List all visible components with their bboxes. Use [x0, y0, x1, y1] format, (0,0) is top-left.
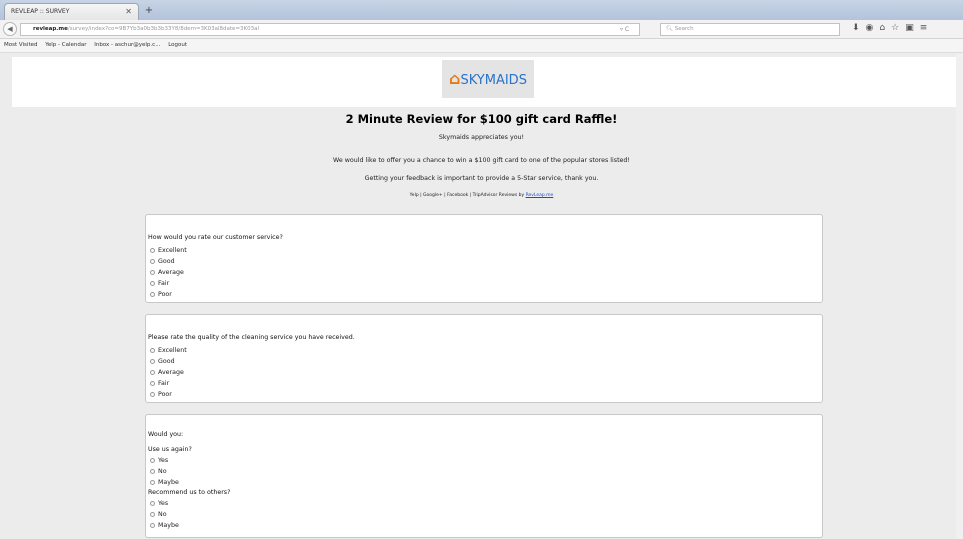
question-text: How would you rate our customer service?: [148, 234, 283, 241]
radio-button[interactable]: [150, 468, 155, 474]
url-host: revleap.me: [33, 26, 68, 32]
intro-line-1: Skymaids appreciates you!: [438, 134, 525, 141]
option-average[interactable]: Average: [150, 269, 184, 276]
radio-button[interactable]: [150, 369, 155, 375]
option-no[interactable]: No: [150, 511, 167, 518]
option-poor[interactable]: Poor: [150, 291, 172, 298]
url-bar[interactable]: revleap.me/survey/index?co=9B7Yb3a0b3b3b…: [20, 23, 640, 36]
toolbar-icons: ⬇◉⌂☆▣≡: [852, 23, 933, 33]
download-icon[interactable]: ⬇: [852, 23, 866, 33]
search-icon: 🔍︎: [666, 26, 673, 32]
search-placeholder: Search: [674, 26, 694, 32]
option-fair[interactable]: Fair: [150, 280, 169, 287]
question-text: Would you:: [148, 431, 184, 438]
option-yes[interactable]: Yes: [150, 457, 168, 464]
page-header: ⌂SKYMAIDS: [12, 57, 956, 107]
radio-button[interactable]: [150, 280, 155, 286]
menu-icon[interactable]: ≡: [920, 23, 934, 33]
home-icon[interactable]: ⌂: [879, 23, 891, 33]
skymaids-logo: ⌂SKYMAIDS: [442, 60, 534, 98]
library-icon[interactable]: ▣: [905, 23, 920, 33]
option-average[interactable]: Average: [150, 369, 184, 376]
bookmark-yelp-calendar[interactable]: Yelp - Calendar: [45, 42, 86, 48]
title-bar: REVLEAP :: SURVEY ✕ +: [0, 0, 963, 20]
radio-button[interactable]: [150, 522, 155, 528]
bookmark-inbox[interactable]: Inbox - aschur@yelp.c...: [94, 42, 160, 48]
bookmark-logout[interactable]: Logout: [168, 42, 187, 48]
logo-text: SKYMAIDS: [460, 73, 527, 88]
revleap-link[interactable]: RevLeap.me: [526, 193, 554, 198]
radio-button[interactable]: [150, 511, 155, 517]
radio-button[interactable]: [150, 347, 155, 353]
bookmark-most-visited[interactable]: Most Visited: [4, 42, 37, 48]
question-card-1: How would you rate our customer service?…: [145, 214, 823, 303]
tab-title: REVLEAP :: SURVEY: [11, 8, 70, 15]
bookmark-star-icon[interactable]: ☆: [891, 23, 905, 33]
radio-button[interactable]: [150, 391, 155, 397]
radio-button[interactable]: [150, 380, 155, 386]
extension-icon[interactable]: ◉: [866, 23, 880, 33]
intro-line-3: Getting your feedback is important to pr…: [364, 175, 599, 182]
question-text: Please rate the quality of the cleaning …: [148, 334, 355, 341]
browser-tab[interactable]: REVLEAP :: SURVEY ✕: [4, 3, 139, 20]
option-fair[interactable]: Fair: [150, 380, 169, 387]
radio-button[interactable]: [150, 479, 155, 485]
review-links-prefix: Yelp | Google+ | Facebook | TripAdvisor …: [409, 193, 525, 198]
option-good[interactable]: Good: [150, 258, 175, 265]
option-no[interactable]: No: [150, 468, 167, 475]
option-excellent[interactable]: Excellent: [150, 247, 187, 254]
radio-button[interactable]: [150, 500, 155, 506]
intro-line-2: We would like to offer you a chance to w…: [333, 157, 630, 164]
radio-button[interactable]: [150, 358, 155, 364]
close-icon[interactable]: ✕: [125, 7, 132, 16]
search-input[interactable]: 🔍︎ Search: [660, 23, 840, 36]
subquestion-use-again: Use us again?: [148, 446, 192, 453]
back-icon[interactable]: ◀: [3, 22, 17, 36]
radio-button[interactable]: [150, 457, 155, 463]
new-tab-button[interactable]: +: [142, 5, 156, 18]
reload-icon[interactable]: ▿ C: [620, 23, 629, 36]
scrollbar[interactable]: [956, 53, 963, 539]
bookmarks-bar: Most Visited Yelp - Calendar Inbox - asc…: [0, 39, 963, 53]
review-links: Yelp | Google+ | Facebook | TripAdvisor …: [0, 193, 963, 198]
house-icon: ⌂: [449, 69, 461, 88]
option-yes[interactable]: Yes: [150, 500, 168, 507]
radio-button[interactable]: [150, 258, 155, 264]
radio-button[interactable]: [150, 291, 155, 297]
navigation-bar: ◀ revleap.me/survey/index?co=9B7Yb3a0b3b…: [0, 20, 963, 39]
page-title: 2 Minute Review for $100 gift card Raffl…: [345, 112, 618, 126]
option-maybe[interactable]: Maybe: [150, 479, 179, 486]
option-maybe[interactable]: Maybe: [150, 522, 179, 529]
radio-button[interactable]: [150, 247, 155, 253]
question-card-3: Would you: Use us again? Yes No Maybe Re…: [145, 414, 823, 538]
question-card-2: Please rate the quality of the cleaning …: [145, 314, 823, 403]
page-content: ⌂SKYMAIDS 2 Minute Review for $100 gift …: [0, 53, 963, 539]
option-excellent[interactable]: Excellent: [150, 347, 187, 354]
url-path: /survey/index?co=9B7Yb3a0b3b3b33Y8/8dem=…: [67, 26, 260, 32]
option-poor[interactable]: Poor: [150, 391, 172, 398]
subquestion-recommend: Recommend us to others?: [148, 489, 231, 496]
radio-button[interactable]: [150, 269, 155, 275]
option-good[interactable]: Good: [150, 358, 175, 365]
